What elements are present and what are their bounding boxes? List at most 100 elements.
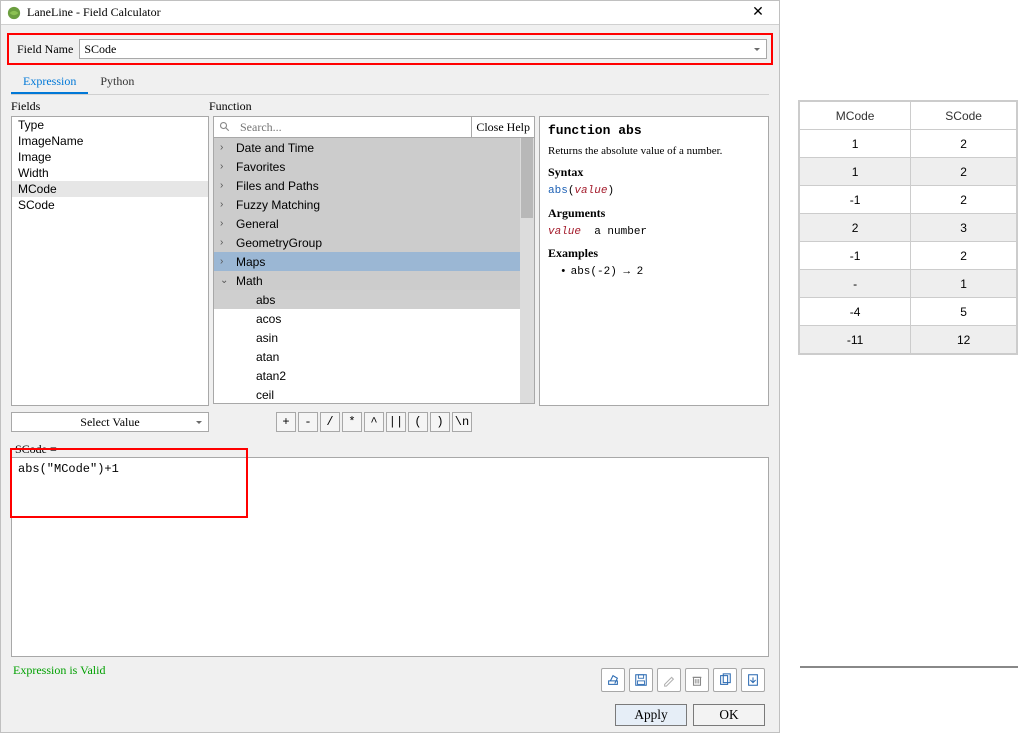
- operator-button[interactable]: ^: [364, 412, 384, 432]
- field-item[interactable]: Type: [12, 117, 208, 133]
- function-item[interactable]: atan2: [214, 366, 534, 385]
- operator-button[interactable]: ): [430, 412, 450, 432]
- field-name-combo[interactable]: SCode: [79, 39, 767, 59]
- app-icon: [7, 6, 21, 20]
- fields-list[interactable]: TypeImageNameImageWidthMCodeSCode: [11, 116, 209, 406]
- chevron-right-icon: ›: [220, 256, 236, 267]
- operator-button[interactable]: *: [342, 412, 362, 432]
- function-heading: Function: [209, 99, 769, 114]
- scrollbar[interactable]: [520, 138, 534, 403]
- chevron-down-icon: ⌄: [220, 275, 236, 286]
- col-header-mcode[interactable]: MCode: [800, 102, 911, 130]
- table-cell[interactable]: 2: [911, 158, 1017, 186]
- function-category[interactable]: ›Date and Time: [214, 138, 534, 157]
- table-cell[interactable]: 12: [911, 326, 1017, 354]
- table-cell[interactable]: 2: [800, 214, 911, 242]
- operator-button[interactable]: /: [320, 412, 340, 432]
- help-args-label: Arguments: [548, 206, 760, 221]
- function-item[interactable]: atan: [214, 347, 534, 366]
- field-item[interactable]: Width: [12, 165, 208, 181]
- field-item[interactable]: SCode: [12, 197, 208, 213]
- edit-icon[interactable]: [657, 668, 681, 692]
- expression-label: SCode =: [11, 438, 769, 457]
- col-header-scode[interactable]: SCode: [911, 102, 1017, 130]
- function-category[interactable]: ›GeometryGroup: [214, 233, 534, 252]
- ok-button[interactable]: OK: [693, 704, 765, 726]
- close-help-button[interactable]: Close Help: [471, 117, 534, 137]
- table-row[interactable]: 12: [800, 158, 1017, 186]
- function-category[interactable]: ›Fuzzy Matching: [214, 195, 534, 214]
- table-row[interactable]: -1112: [800, 326, 1017, 354]
- table-row[interactable]: -12: [800, 242, 1017, 270]
- tab-expression[interactable]: Expression: [11, 71, 88, 94]
- function-item[interactable]: asin: [214, 328, 534, 347]
- tab-bar: Expression Python: [11, 71, 769, 95]
- table-cell[interactable]: -11: [800, 326, 911, 354]
- function-item[interactable]: abs: [214, 290, 534, 309]
- help-desc: Returns the absolute value of a number.: [548, 144, 760, 159]
- field-item[interactable]: ImageName: [12, 133, 208, 149]
- table-cell[interactable]: -1: [800, 242, 911, 270]
- table-cell[interactable]: 3: [911, 214, 1017, 242]
- field-calculator-dialog: LaneLine - Field Calculator ✕ Field Name…: [0, 0, 780, 733]
- operator-button[interactable]: -: [298, 412, 318, 432]
- help-examples-label: Examples: [548, 246, 760, 261]
- operator-button[interactable]: \n: [452, 412, 472, 432]
- table-cell[interactable]: -: [800, 270, 911, 298]
- copy-icon[interactable]: [713, 668, 737, 692]
- function-category[interactable]: ›Files and Paths: [214, 176, 534, 195]
- operator-button[interactable]: +: [276, 412, 296, 432]
- category-label: GeometryGroup: [236, 236, 322, 250]
- category-label: Files and Paths: [236, 179, 319, 193]
- paste-icon[interactable]: [741, 668, 765, 692]
- table-row[interactable]: -12: [800, 186, 1017, 214]
- function-category[interactable]: ›Maps: [214, 252, 534, 271]
- function-search-row: Close Help: [213, 116, 535, 138]
- help-syntax: abs(value): [548, 184, 760, 199]
- table-cell[interactable]: -1: [800, 186, 911, 214]
- table-cell[interactable]: 1: [800, 130, 911, 158]
- function-category[interactable]: ›Favorites: [214, 157, 534, 176]
- table-cell[interactable]: 5: [911, 298, 1017, 326]
- search-input[interactable]: [236, 117, 471, 137]
- toolbar-icons: [601, 668, 765, 692]
- table-cell[interactable]: 1: [800, 158, 911, 186]
- delete-icon[interactable]: [685, 668, 709, 692]
- apply-button[interactable]: Apply: [615, 704, 687, 726]
- function-tree[interactable]: ›Date and Time›Favorites›Files and Paths…: [213, 138, 535, 404]
- field-item[interactable]: Image: [12, 149, 208, 165]
- operator-button[interactable]: (: [408, 412, 428, 432]
- table-cell[interactable]: -4: [800, 298, 911, 326]
- help-panel: function abs Returns the absolute value …: [539, 116, 769, 406]
- function-category[interactable]: ⌄Math: [214, 271, 534, 290]
- table-cell[interactable]: 2: [911, 130, 1017, 158]
- function-item[interactable]: acos: [214, 309, 534, 328]
- function-item[interactable]: ceil: [214, 385, 534, 404]
- chevron-right-icon: ›: [220, 237, 236, 248]
- fields-heading: Fields: [11, 99, 209, 114]
- category-label: Math: [236, 274, 263, 288]
- expression-pane: Fields Function TypeImageNameImageWidthM…: [11, 99, 769, 678]
- table-row[interactable]: -1: [800, 270, 1017, 298]
- close-icon[interactable]: ✕: [743, 4, 773, 21]
- table-cell[interactable]: 2: [911, 186, 1017, 214]
- grid-divider: [800, 666, 1018, 668]
- titlebar: LaneLine - Field Calculator ✕: [1, 1, 779, 25]
- table-cell[interactable]: 1: [911, 270, 1017, 298]
- clear-icon[interactable]: [601, 668, 625, 692]
- save-icon[interactable]: [629, 668, 653, 692]
- table-row[interactable]: 23: [800, 214, 1017, 242]
- table-row[interactable]: 12: [800, 130, 1017, 158]
- expression-textarea[interactable]: abs("MCode")+1: [11, 457, 769, 657]
- chevron-right-icon: ›: [220, 218, 236, 229]
- chevron-right-icon: ›: [220, 142, 236, 153]
- scrollbar-thumb[interactable]: [521, 138, 533, 218]
- table-row[interactable]: -45: [800, 298, 1017, 326]
- field-item[interactable]: MCode: [12, 181, 208, 197]
- table-cell[interactable]: 2: [911, 242, 1017, 270]
- tab-python[interactable]: Python: [88, 71, 146, 94]
- help-example: abs(-2) → 2: [560, 265, 760, 280]
- function-category[interactable]: ›General: [214, 214, 534, 233]
- operator-button[interactable]: ||: [386, 412, 406, 432]
- select-value-button[interactable]: Select Value: [11, 412, 209, 432]
